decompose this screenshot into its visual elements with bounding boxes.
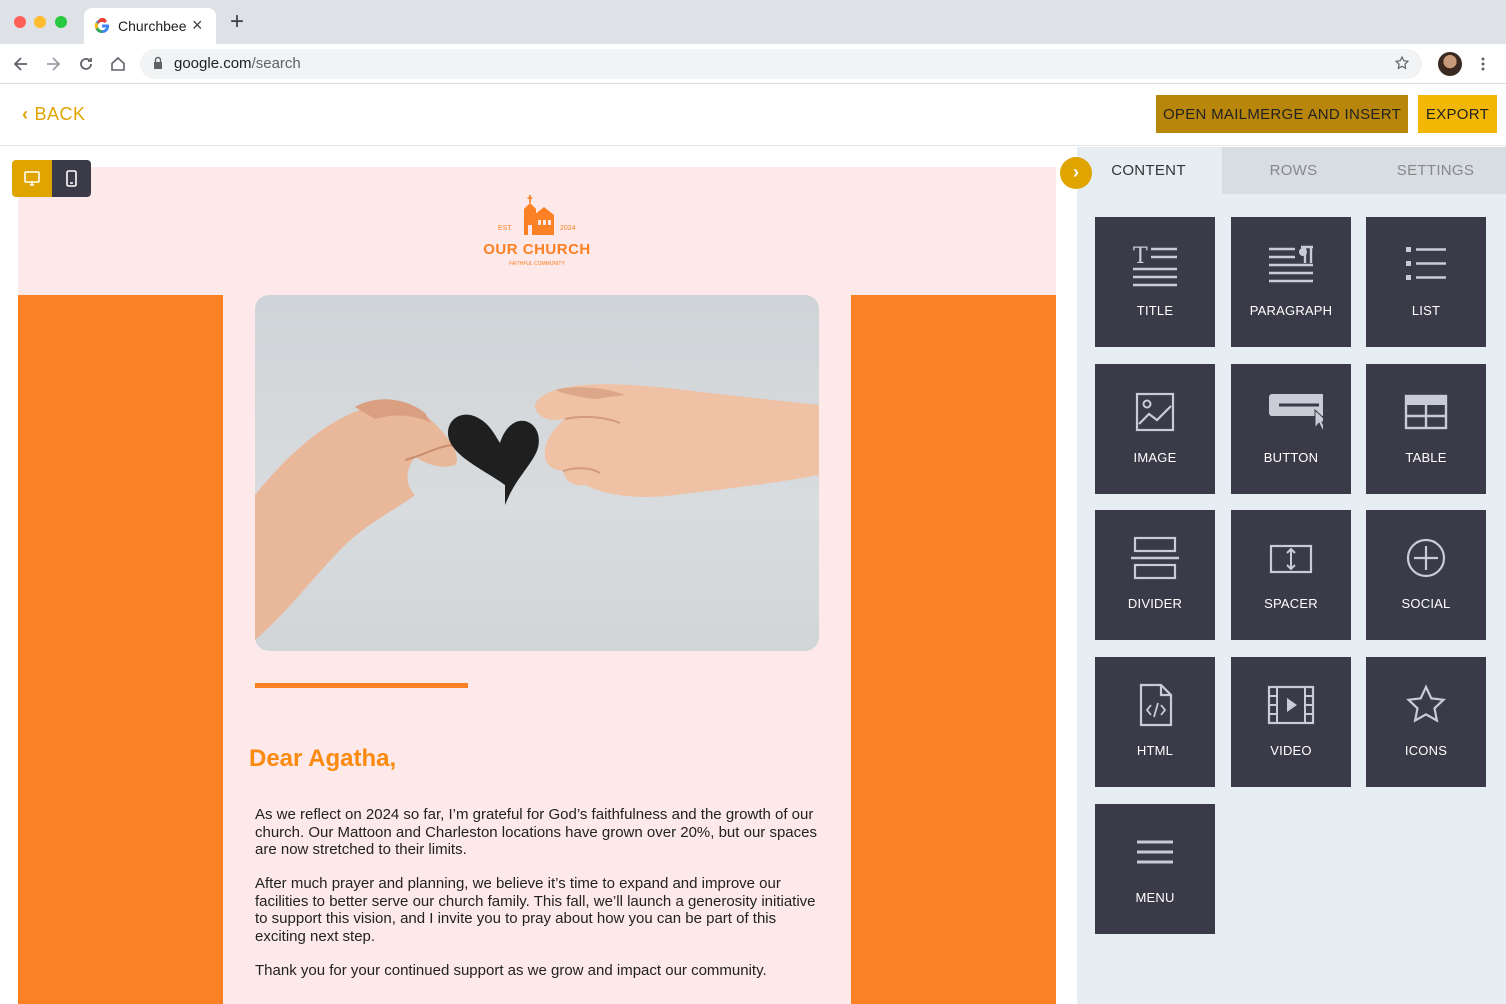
lock-icon <box>154 56 162 69</box>
list-icon <box>1406 247 1446 280</box>
email-greeting[interactable]: Dear Agatha, <box>249 745 396 773</box>
tile-list[interactable]: LIST <box>1366 217 1486 347</box>
email-paragraph-1[interactable]: As we reflect on 2024 so far, I’m gratef… <box>255 806 819 859</box>
tab-rows[interactable]: ROWS <box>1222 147 1365 194</box>
tile-button[interactable]: BUTTON <box>1231 364 1351 494</box>
desktop-icon <box>24 171 40 186</box>
hero-image[interactable] <box>255 295 819 651</box>
tile-label: MENU <box>1135 890 1175 905</box>
close-tab-icon[interactable]: × <box>192 15 203 36</box>
tile-title[interactable]: T TITLE <box>1095 217 1215 347</box>
tile-paragraph[interactable]: PARAGRAPH <box>1231 217 1351 347</box>
mobile-icon <box>66 170 77 187</box>
church-logo[interactable]: EST. 2024 OUR CHURCH FAITHFUL COMMUNITY <box>470 195 604 269</box>
desktop-view-button[interactable] <box>12 160 52 197</box>
maximize-window-button[interactable] <box>55 16 67 28</box>
email-right-column[interactable] <box>851 295 1056 1004</box>
close-window-button[interactable] <box>14 16 26 28</box>
logo-name: OUR CHURCH <box>483 241 591 258</box>
tile-image[interactable]: IMAGE <box>1095 364 1215 494</box>
paragraph-icon <box>1269 245 1313 283</box>
email-paragraph-3[interactable]: Thank you for your continued support as … <box>255 962 819 980</box>
logo-tagline: FAITHFUL COMMUNITY <box>509 261 565 267</box>
svg-text:T: T <box>1133 244 1148 269</box>
bookmark-star-icon[interactable] <box>1394 55 1410 71</box>
divider-icon <box>1131 536 1179 580</box>
profile-avatar[interactable] <box>1438 52 1462 76</box>
home-icon[interactable] <box>108 54 128 74</box>
menu-icon <box>1137 840 1173 864</box>
tile-social[interactable]: SOCIAL <box>1366 510 1486 640</box>
omnibox[interactable]: google.com/search <box>140 49 1422 79</box>
tab-content[interactable]: CONTENT <box>1077 147 1220 194</box>
chevron-right-icon: › <box>1073 162 1079 182</box>
church-building-icon <box>524 195 554 235</box>
video-icon <box>1267 685 1315 725</box>
html-icon <box>1139 683 1173 727</box>
browser-tab-bar: Churchbee × + <box>0 0 1506 44</box>
app-header: ‹ BACK OPEN MAILMERGE AND INSERT EXPORT <box>0 84 1506 146</box>
social-icon <box>1406 538 1446 578</box>
tile-label: ICONS <box>1404 743 1448 758</box>
tile-label: VIDEO <box>1270 743 1312 758</box>
tile-icons[interactable]: ICONS <box>1366 657 1486 787</box>
button-icon <box>1269 394 1323 432</box>
forward-arrow-icon[interactable] <box>43 54 63 74</box>
tile-table[interactable]: TABLE <box>1366 364 1486 494</box>
back-label: BACK <box>34 104 86 124</box>
tile-label: SOCIAL <box>1401 596 1451 611</box>
tab-settings[interactable]: SETTINGS <box>1365 147 1506 194</box>
google-icon <box>94 18 110 34</box>
logo-year: 2024 <box>560 225 576 232</box>
new-tab-button[interactable]: + <box>230 10 244 34</box>
image-icon <box>1135 392 1175 432</box>
tile-label: PARAGRAPH <box>1249 303 1333 318</box>
back-arrow-icon[interactable] <box>11 54 31 74</box>
collapse-panel-button[interactable]: › <box>1060 157 1092 189</box>
tile-menu[interactable]: MENU <box>1095 804 1215 934</box>
reload-icon[interactable] <box>76 54 96 74</box>
orange-divider[interactable] <box>255 683 468 688</box>
logo-est: EST. <box>498 225 513 232</box>
browser-menu-icon[interactable] <box>1478 56 1488 72</box>
tile-label: HTML <box>1136 743 1174 758</box>
hands-holding-heart-illustration <box>255 384 819 640</box>
tile-label: LIST <box>1411 303 1441 318</box>
chevron-left-icon: ‹ <box>22 104 29 124</box>
tab-title: Churchbee <box>118 18 187 34</box>
panel-tabs: CONTENT ROWS SETTINGS <box>1077 147 1506 194</box>
tile-label: TITLE <box>1136 303 1174 318</box>
email-canvas: EST. 2024 OUR CHURCH FAITHFUL COMMUNITY … <box>0 147 1077 1004</box>
export-button[interactable]: EXPORT <box>1418 95 1497 133</box>
table-icon <box>1404 394 1448 430</box>
star-icon <box>1406 684 1446 723</box>
tile-label: TABLE <box>1405 450 1447 465</box>
tile-label: DIVIDER <box>1127 596 1183 611</box>
title-icon: T <box>1133 244 1177 287</box>
mobile-view-button[interactable] <box>52 160 91 197</box>
tile-label: SPACER <box>1264 596 1318 611</box>
tile-label: BUTTON <box>1263 450 1319 465</box>
tile-spacer[interactable]: SPACER <box>1231 510 1351 640</box>
url-text: google.com/search <box>174 55 301 72</box>
tile-label: IMAGE <box>1133 450 1177 465</box>
spacer-icon <box>1269 544 1313 574</box>
email-paragraph-2[interactable]: After much prayer and planning, we belie… <box>255 875 819 945</box>
email-left-column[interactable] <box>18 295 223 1004</box>
open-mailmerge-button[interactable]: OPEN MAILMERGE AND INSERT <box>1156 95 1408 133</box>
content-panel: CONTENT ROWS SETTINGS T TITLE PARAGRAPH … <box>1077 147 1506 1004</box>
tile-divider[interactable]: DIVIDER <box>1095 510 1215 640</box>
minimize-window-button[interactable] <box>34 16 46 28</box>
browser-tab[interactable]: Churchbee × <box>84 8 216 44</box>
address-bar-row: google.com/search <box>0 44 1506 84</box>
tile-html[interactable]: HTML <box>1095 657 1215 787</box>
tile-video[interactable]: VIDEO <box>1231 657 1351 787</box>
view-toggle <box>12 160 91 197</box>
back-button[interactable]: ‹ BACK <box>22 104 86 125</box>
